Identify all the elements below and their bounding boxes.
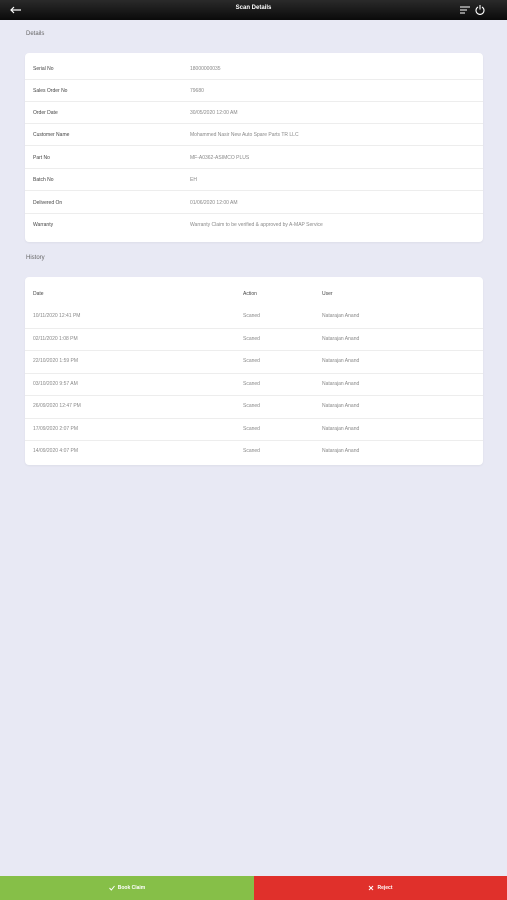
cell-date: 10/11/2020 12:41 PM (33, 313, 81, 319)
page-title: Scan Details (235, 5, 272, 11)
book-claim-button[interactable]: Book Claim (0, 876, 254, 900)
detail-value: Mohammed Nasir New Auto Spare Parts TR L… (190, 132, 299, 138)
detail-row-order-date: Order Date 30/05/2020 12:00 AM (25, 102, 483, 124)
detail-value: Warranty Claim to be verified & approved… (190, 222, 323, 228)
table-row: 22/10/2020 1:59 PM Scaned Natarajan Anan… (25, 351, 483, 374)
detail-label: Sales Order No (33, 88, 68, 94)
detail-label: Serial No (33, 66, 54, 72)
cell-user: Natarajan Anand (322, 448, 360, 454)
cell-action: Scaned (243, 313, 260, 319)
menu-lines-icon[interactable] (460, 5, 470, 15)
detail-row-delivered-on: Delivered On 01/06/2020 12:00 AM (25, 192, 483, 214)
detail-value: MF-A0362-ASIMCO PLUS (190, 155, 250, 161)
detail-value: 79680 (190, 88, 204, 94)
table-row: 17/09/2020 2:07 PM Scaned Natarajan Anan… (25, 419, 483, 441)
detail-value: 01/06/2020 12:00 AM (190, 200, 238, 206)
table-row: 10/11/2020 12:41 PM Scaned Natarajan Ana… (25, 306, 483, 329)
cell-action: Scaned (243, 358, 260, 364)
check-icon (108, 885, 115, 891)
detail-label: Delivered On (33, 200, 63, 206)
detail-value: 30/05/2020 12:00 AM (190, 110, 238, 116)
cell-user: Natarajan Anand (322, 313, 360, 319)
cell-date: 22/10/2020 1:59 PM (33, 358, 79, 364)
close-icon (369, 885, 374, 891)
details-section-title: Details (26, 31, 45, 37)
cell-date: 03/10/2020 9:57 AM (33, 380, 78, 387)
table-row: 26/09/2020 12:47 PM Scaned Natarajan Ana… (25, 396, 483, 419)
top-bar: Scan Details (0, 0, 507, 20)
detail-row-part-no: Part No MF-A0362-ASIMCO PLUS (25, 147, 483, 169)
detail-label: Order Date (33, 110, 58, 116)
table-row: 02/11/2020 1:08 PM Scaned Natarajan Anan… (25, 329, 483, 351)
cell-date: 17/09/2020 2:07 PM (33, 425, 79, 432)
detail-label: Customer Name (33, 132, 70, 138)
reject-label: Reject (377, 885, 393, 891)
power-icon[interactable] (475, 4, 485, 15)
detail-value: 18000000035 (190, 66, 221, 72)
cell-user: Natarajan Anand (322, 403, 360, 409)
cell-action: Scaned (243, 448, 260, 454)
cell-action: Scaned (243, 403, 260, 409)
cell-action: Scaned (243, 425, 260, 432)
cell-user: Natarajan Anand (322, 425, 360, 432)
bottom-action-bar: Book Claim Reject (0, 876, 507, 900)
cell-user: Natarajan Anand (322, 335, 360, 342)
book-claim-label: Book Claim (117, 885, 146, 891)
table-row: 14/09/2020 4:07 PM Scaned Natarajan Anan… (25, 441, 483, 464)
history-card: Date Action User 10/11/2020 12:41 PM Sca… (25, 277, 483, 465)
detail-row-warranty: Warranty Warranty Claim to be verified &… (25, 214, 483, 236)
cell-date: 02/11/2020 1:08 PM (33, 335, 78, 342)
detail-row-batch-no: Batch No EH (25, 169, 483, 191)
detail-label: Batch No (33, 177, 54, 183)
cell-user: Natarajan Anand (322, 358, 360, 364)
cell-date: 14/09/2020 4:07 PM (33, 448, 79, 454)
cell-date: 26/09/2020 12:47 PM (33, 403, 81, 409)
table-row: 03/10/2020 9:57 AM Scaned Natarajan Anan… (25, 374, 483, 396)
detail-label: Warranty (33, 222, 54, 228)
detail-row-customer-name: Customer Name Mohammed Nasir New Auto Sp… (25, 124, 483, 146)
column-header-date: Date (33, 291, 44, 297)
column-header-user: User (322, 291, 333, 297)
detail-value: EH (190, 177, 197, 183)
history-section-title: History (26, 255, 45, 261)
cell-user: Natarajan Anand (322, 380, 360, 387)
reject-button[interactable]: Reject (254, 876, 507, 900)
details-card: Serial No 18000000035 Sales Order No 796… (25, 53, 483, 242)
cell-action: Scaned (243, 380, 260, 387)
cell-action: Scaned (243, 335, 260, 342)
detail-row-serial-no: Serial No 18000000035 (25, 58, 483, 80)
history-table-header: Date Action User (25, 277, 483, 306)
column-header-action: Action (243, 291, 257, 297)
detail-label: Part No (33, 155, 50, 161)
detail-row-sales-order-no: Sales Order No 79680 (25, 80, 483, 102)
